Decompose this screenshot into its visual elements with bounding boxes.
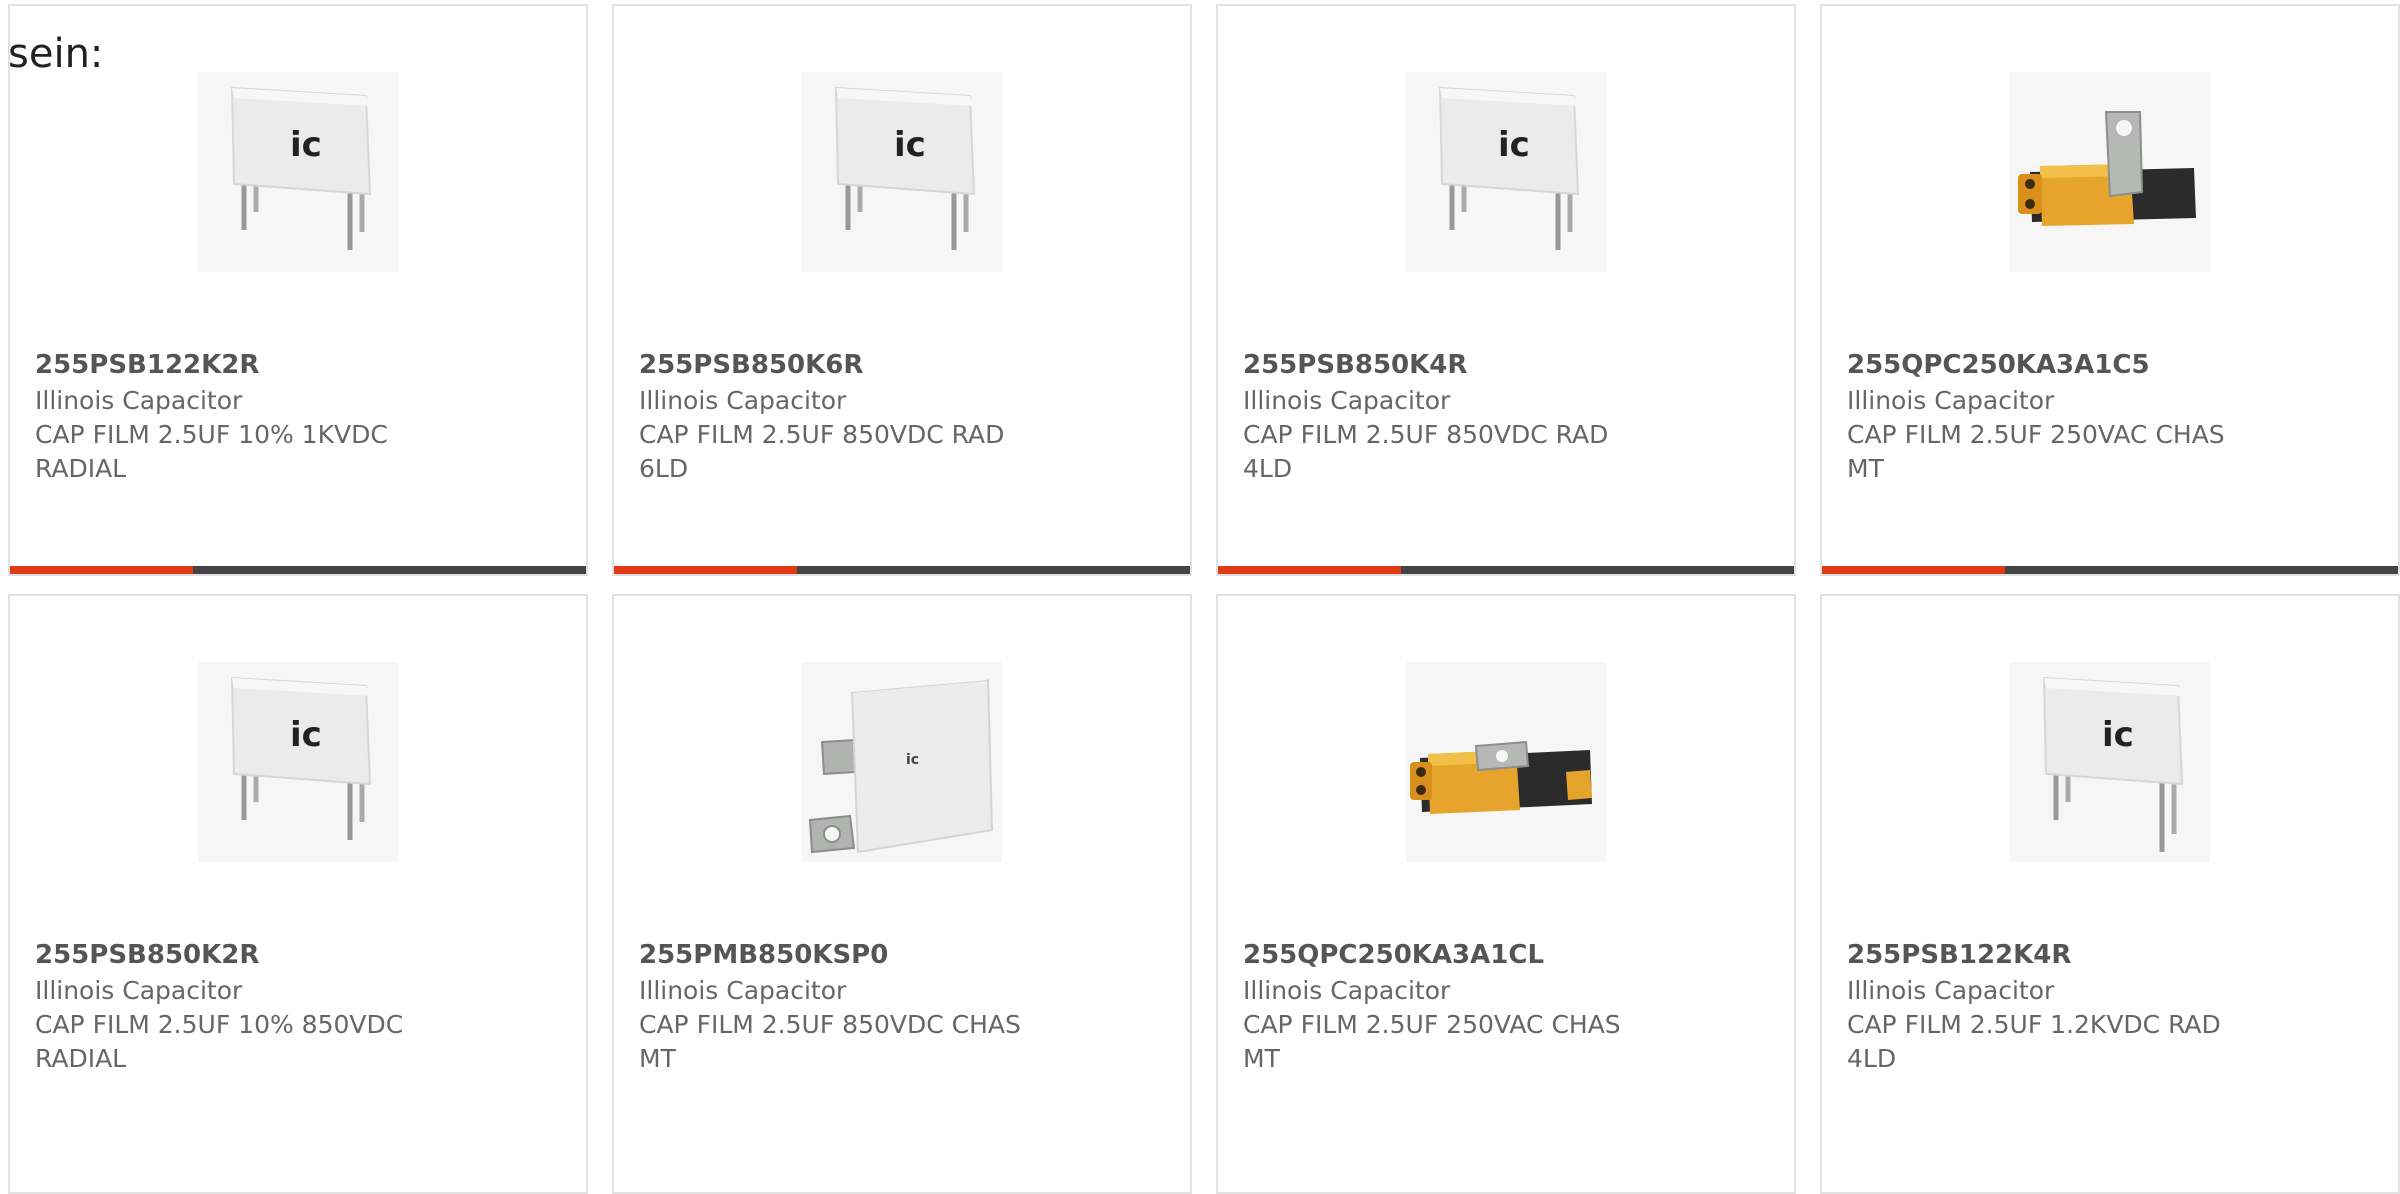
product-card[interactable]: ic 255PSB122K4R Illinois Capacitor CAP F… (1820, 594, 2400, 1194)
part-number[interactable]: 255PSB850K2R (35, 940, 259, 970)
card-bottom-bar (1218, 566, 1794, 574)
card-accent-bar (614, 566, 797, 574)
part-number[interactable]: 255PSB850K6R (639, 350, 863, 380)
product-card[interactable]: ic 255PMB850KSP0 Illinois Capacitor CAP … (612, 594, 1192, 1194)
manufacturer: Illinois Capacitor (1847, 386, 2055, 415)
radial-box-capacitor-icon: ic (1406, 72, 1606, 272)
chassis-mount-capacitor-icon (1406, 662, 1606, 862)
product-card[interactable]: ic 255PSB850K6R Illinois Capacitor CAP F… (612, 4, 1192, 576)
product-card[interactable]: ic 255PSB122K2R Illinois Capacitor CAP F… (8, 4, 588, 576)
description: CAP FILM 2.5UF 250VAC CHAS MT (1243, 1010, 1621, 1073)
radial-box-capacitor-icon: ic (802, 72, 1002, 272)
svg-text:ic: ic (906, 752, 919, 768)
radial-box-capacitor-icon: ic (198, 72, 398, 272)
description: CAP FILM 2.5UF 850VDC CHAS MT (639, 1010, 1021, 1073)
product-card[interactable]: ic 255PSB850K4R Illinois Capacitor CAP F… (1216, 4, 1796, 576)
manufacturer: Illinois Capacitor (1243, 976, 1451, 1005)
description: CAP FILM 2.5UF 10% 1KVDC RADIAL (35, 420, 388, 483)
card-bottom-bar (10, 566, 586, 574)
svg-text:ic: ic (2102, 715, 2134, 755)
card-bottom-bar (614, 566, 1190, 574)
radial-box-capacitor-icon: ic (2010, 662, 2210, 862)
svg-text:ic: ic (1498, 125, 1530, 165)
product-card[interactable]: ic 255PSB850K2R Illinois Capacitor CAP F… (8, 594, 588, 1194)
svg-text:ic: ic (894, 125, 926, 165)
part-number[interactable]: 255PSB850K4R (1243, 350, 1467, 380)
product-grid: ic 255PSB122K2R Illinois Capacitor CAP F… (0, 0, 2400, 1194)
card-accent-bar (10, 566, 193, 574)
product-card[interactable]: 255QPC250KA3A1C5 Illinois Capacitor CAP … (1820, 4, 2400, 576)
radial-box-capacitor-icon: ic (198, 662, 398, 862)
description: CAP FILM 2.5UF 250VAC CHAS MT (1847, 420, 2225, 483)
product-card[interactable]: 255QPC250KA3A1CL Illinois Capacitor CAP … (1216, 594, 1796, 1194)
description: CAP FILM 2.5UF 850VDC RAD 4LD (1243, 420, 1609, 483)
part-number[interactable]: 255PSB122K2R (35, 350, 259, 380)
manufacturer: Illinois Capacitor (35, 976, 243, 1005)
card-bottom-bar (1822, 566, 2398, 574)
svg-text:ic: ic (290, 715, 322, 755)
manufacturer: Illinois Capacitor (639, 386, 847, 415)
part-number[interactable]: 255PMB850KSP0 (639, 940, 888, 970)
chassis-mount-capacitor-icon (2010, 72, 2210, 272)
svg-text:ic: ic (290, 125, 322, 165)
part-number[interactable]: 255PSB122K4R (1847, 940, 2071, 970)
manufacturer: Illinois Capacitor (639, 976, 847, 1005)
intro-text: sein: (8, 31, 104, 77)
part-number[interactable]: 255QPC250KA3A1C5 (1847, 350, 2150, 380)
part-number[interactable]: 255QPC250KA3A1CL (1243, 940, 1544, 970)
card-accent-bar (1822, 566, 2005, 574)
manufacturer: Illinois Capacitor (35, 386, 243, 415)
manufacturer: Illinois Capacitor (1243, 386, 1451, 415)
manufacturer: Illinois Capacitor (1847, 976, 2055, 1005)
description: CAP FILM 2.5UF 10% 850VDC RADIAL (35, 1010, 404, 1073)
card-accent-bar (1218, 566, 1401, 574)
description: CAP FILM 2.5UF 1.2KVDC RAD 4LD (1847, 1010, 2221, 1073)
bracket-mount-capacitor-icon: ic (802, 662, 1002, 862)
description: CAP FILM 2.5UF 850VDC RAD 6LD (639, 420, 1005, 483)
